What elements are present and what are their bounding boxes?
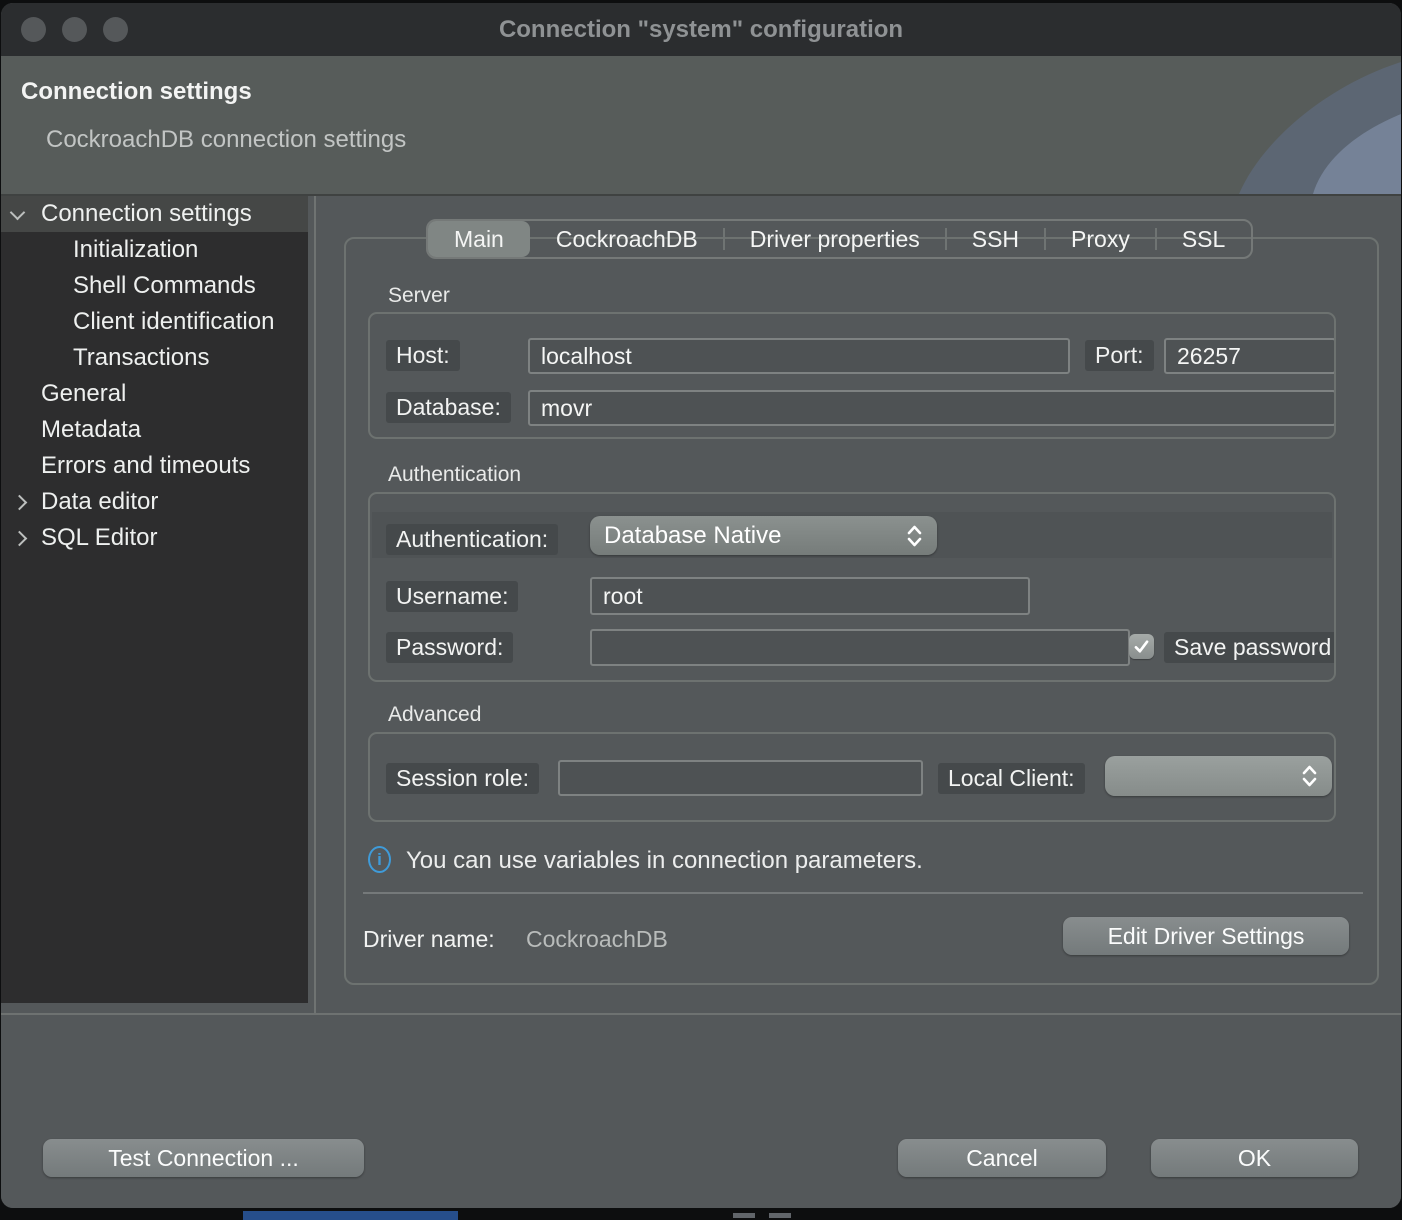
- tab-cockroachdb[interactable]: CockroachDB: [530, 221, 724, 257]
- main-tab-panel: Server Host: Port: Database: Authenticat…: [344, 237, 1379, 985]
- advanced-section-label: Advanced: [388, 703, 481, 727]
- driver-divider: [363, 892, 1363, 894]
- maximize-window-button[interactable]: [103, 17, 128, 42]
- sidebar-item-data-editor[interactable]: Data editor: [1, 484, 308, 520]
- sidebar-item-shell-commands[interactable]: Shell Commands: [1, 268, 308, 304]
- dialog-body: Connection settings Initialization Shell…: [1, 196, 1401, 1013]
- settings-tree: Connection settings Initialization Shell…: [1, 196, 308, 1003]
- sidebar-item-transactions[interactable]: Transactions: [1, 340, 308, 376]
- save-password-checkbox[interactable]: [1129, 634, 1154, 659]
- info-message: You can use variables in connection para…: [406, 847, 923, 875]
- sidebar-item-errors-and-timeouts[interactable]: Errors and timeouts: [1, 448, 308, 484]
- authentication-section-label: Authentication: [388, 463, 521, 487]
- sidebar-item-initialization[interactable]: Initialization: [1, 232, 308, 268]
- test-connection-button[interactable]: Test Connection ...: [43, 1139, 364, 1177]
- checkmark-icon: [1132, 637, 1151, 656]
- sidebar-item-client-identification[interactable]: Client identification: [1, 304, 308, 340]
- ok-button[interactable]: OK: [1151, 1139, 1358, 1177]
- session-role-label: Session role:: [386, 763, 539, 794]
- page-title: Connection settings: [21, 78, 252, 106]
- tab-proxy[interactable]: Proxy: [1045, 221, 1156, 257]
- local-client-select[interactable]: [1105, 756, 1332, 796]
- sidebar-splitter[interactable]: [314, 196, 316, 1013]
- username-input[interactable]: [590, 577, 1030, 615]
- chevron-right-icon[interactable]: [12, 495, 28, 511]
- tab-ssh[interactable]: SSH: [946, 221, 1045, 257]
- sidebar-item-sql-editor[interactable]: SQL Editor: [1, 520, 308, 556]
- tab-driver-properties[interactable]: Driver properties: [724, 221, 946, 257]
- dialog-footer: Test Connection ... Cancel OK: [1, 1013, 1401, 1208]
- window-title: Connection "system" configuration: [499, 16, 903, 44]
- database-label: Database:: [386, 392, 511, 423]
- server-section-label: Server: [388, 284, 450, 308]
- tab-ssl[interactable]: SSL: [1156, 221, 1251, 257]
- authentication-group: Authentication: Database Native Username…: [368, 492, 1336, 682]
- save-password-label[interactable]: Save password: [1164, 632, 1336, 663]
- chevron-right-icon[interactable]: [12, 531, 28, 547]
- username-label: Username:: [386, 581, 518, 612]
- popup-updown-icon: [1301, 763, 1318, 789]
- connection-config-dialog: Connection "system" configuration Connec…: [1, 3, 1401, 1208]
- minimize-window-button[interactable]: [62, 17, 87, 42]
- database-input[interactable]: [528, 390, 1336, 426]
- chevron-down-icon[interactable]: [10, 205, 26, 221]
- driver-name-value: CockroachDB: [526, 926, 668, 953]
- sidebar-item-general[interactable]: General: [1, 376, 308, 412]
- sidebar-item-metadata[interactable]: Metadata: [1, 412, 308, 448]
- port-input[interactable]: [1164, 338, 1336, 374]
- title-bar: Connection "system" configuration: [1, 3, 1401, 56]
- tab-main[interactable]: Main: [428, 221, 530, 257]
- decorative-swoosh: [1171, 56, 1401, 194]
- password-input[interactable]: [590, 629, 1130, 666]
- server-group: Host: Port: Database:: [368, 312, 1336, 439]
- info-icon: i: [368, 846, 391, 873]
- popup-updown-icon: [906, 523, 923, 549]
- background-window-fragment: [733, 1213, 755, 1218]
- background-window-fragment: [769, 1213, 791, 1218]
- authentication-select[interactable]: Database Native: [590, 516, 937, 555]
- local-client-label: Local Client:: [938, 763, 1085, 794]
- host-label: Host:: [386, 340, 460, 371]
- main-pane: Main CockroachDB Driver properties SSH P…: [317, 196, 1401, 1013]
- driver-name-label: Driver name:: [363, 926, 495, 953]
- password-label: Password:: [386, 632, 513, 663]
- port-label: Port:: [1085, 340, 1154, 371]
- tab-bar: Main CockroachDB Driver properties SSH P…: [426, 219, 1253, 259]
- page-header: Connection settings CockroachDB connecti…: [1, 56, 1401, 196]
- sidebar-item-connection-settings[interactable]: Connection settings: [1, 196, 308, 232]
- traffic-lights: [21, 3, 128, 56]
- authentication-label: Authentication:: [386, 524, 558, 555]
- close-window-button[interactable]: [21, 17, 46, 42]
- cancel-button[interactable]: Cancel: [898, 1139, 1106, 1177]
- page-subtitle: CockroachDB connection settings: [46, 126, 406, 154]
- session-role-input[interactable]: [558, 760, 923, 796]
- background-window-fragment: [243, 1211, 458, 1220]
- host-input[interactable]: [528, 338, 1070, 374]
- edit-driver-settings-button[interactable]: Edit Driver Settings: [1063, 917, 1349, 955]
- advanced-group: Session role: Local Client:: [368, 732, 1336, 822]
